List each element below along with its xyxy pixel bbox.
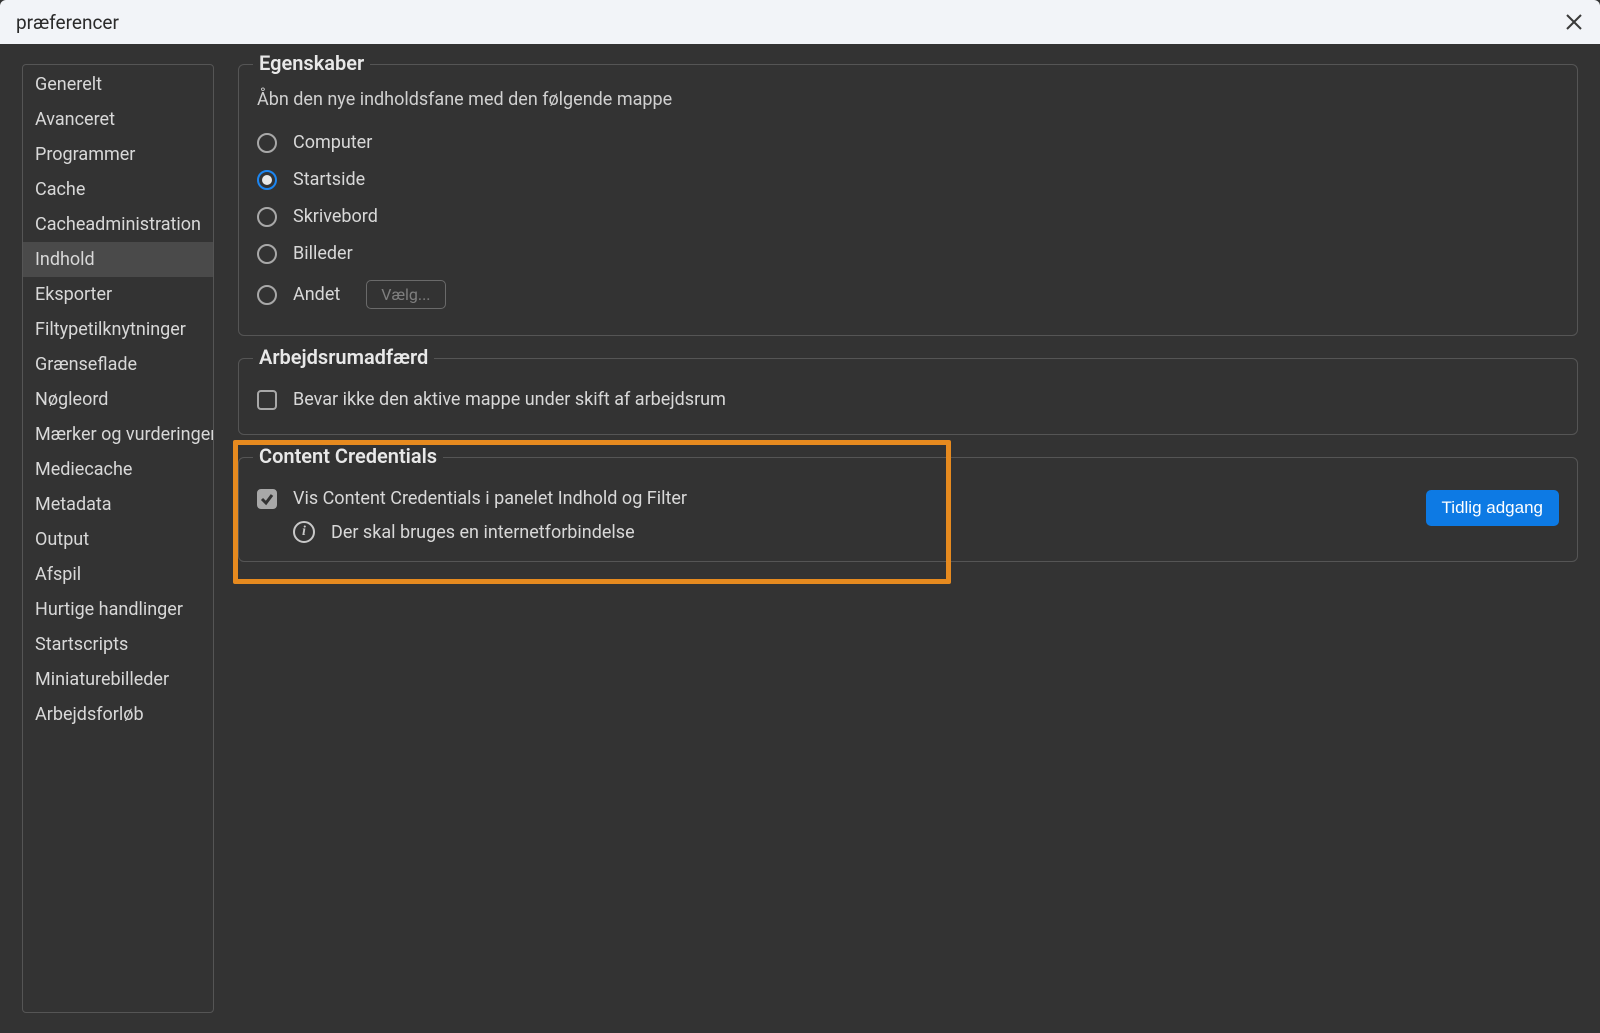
properties-subtext: Åbn den nye indholdsfane med den følgend… bbox=[257, 89, 1559, 110]
radio-row-4[interactable]: Andet Vælg... bbox=[257, 272, 1559, 317]
titlebar: præferencer bbox=[0, 0, 1600, 44]
sidebar-item-2[interactable]: Programmer bbox=[23, 137, 213, 172]
dialog-body: GenereltAvanceretProgrammerCacheCacheadm… bbox=[0, 44, 1600, 1033]
workspace-legend: Arbejdsrumadfærd bbox=[253, 345, 434, 369]
radio-button-3[interactable] bbox=[257, 244, 277, 264]
workspace-checkbox-row[interactable]: Bevar ikke den aktive mappe under skift … bbox=[257, 383, 1559, 416]
cc-checkbox-label: Vis Content Credentials i panelet Indhol… bbox=[293, 488, 687, 509]
cc-info-row: i Der skal bruges en internetforbindelse bbox=[257, 515, 1426, 543]
sidebar-item-14[interactable]: Afspil bbox=[23, 557, 213, 592]
radio-label-4: Andet bbox=[293, 284, 340, 305]
workspace-group: Arbejdsrumadfærd Bevar ikke den aktive m… bbox=[238, 358, 1578, 435]
radio-row-1[interactable]: Startside bbox=[257, 161, 1559, 198]
sidebar-item-11[interactable]: Mediecache bbox=[23, 452, 213, 487]
sidebar-item-8[interactable]: Grænseflade bbox=[23, 347, 213, 382]
sidebar-item-4[interactable]: Cacheadministration bbox=[23, 207, 213, 242]
radio-label-3: Billeder bbox=[293, 243, 353, 264]
workspace-checkbox[interactable] bbox=[257, 390, 277, 410]
cc-checkbox[interactable] bbox=[257, 489, 277, 509]
sidebar-item-5[interactable]: Indhold bbox=[23, 242, 213, 277]
sidebar-item-0[interactable]: Generelt bbox=[23, 67, 213, 102]
radio-button-2[interactable] bbox=[257, 207, 277, 227]
content-credentials-group: Content Credentials Vis Content Credenti… bbox=[238, 457, 1578, 562]
sidebar-item-15[interactable]: Hurtige handlinger bbox=[23, 592, 213, 627]
radio-row-2[interactable]: Skrivebord bbox=[257, 198, 1559, 235]
content-credentials-legend: Content Credentials bbox=[253, 444, 443, 468]
early-access-button[interactable]: Tidlig adgang bbox=[1426, 490, 1559, 526]
sidebar-item-16[interactable]: Startscripts bbox=[23, 627, 213, 662]
radio-label-0: Computer bbox=[293, 132, 372, 153]
sidebar-item-13[interactable]: Output bbox=[23, 522, 213, 557]
close-icon[interactable] bbox=[1562, 10, 1586, 34]
window-title: præferencer bbox=[16, 11, 119, 34]
cc-info-text: Der skal bruges en internetforbindelse bbox=[331, 522, 635, 543]
radio-row-0[interactable]: Computer bbox=[257, 124, 1559, 161]
choose-folder-button[interactable]: Vælg... bbox=[366, 280, 445, 309]
sidebar-item-18[interactable]: Arbejdsforløb bbox=[23, 697, 213, 732]
workspace-checkbox-label: Bevar ikke den aktive mappe under skift … bbox=[293, 389, 726, 410]
sidebar-item-10[interactable]: Mærker og vurderinger bbox=[23, 417, 213, 452]
info-icon: i bbox=[293, 521, 315, 543]
sidebar-item-9[interactable]: Nøgleord bbox=[23, 382, 213, 417]
sidebar-item-1[interactable]: Avanceret bbox=[23, 102, 213, 137]
radio-label-2: Skrivebord bbox=[293, 206, 378, 227]
cc-checkbox-row[interactable]: Vis Content Credentials i panelet Indhol… bbox=[257, 482, 1426, 515]
radio-label-1: Startside bbox=[293, 169, 365, 190]
properties-legend: Egenskaber bbox=[253, 51, 370, 75]
radio-button-4[interactable] bbox=[257, 285, 277, 305]
sidebar-item-17[interactable]: Miniaturebilleder bbox=[23, 662, 213, 697]
preferences-main: Egenskaber Åbn den nye indholdsfane med … bbox=[238, 64, 1578, 1013]
sidebar-item-12[interactable]: Metadata bbox=[23, 487, 213, 522]
sidebar-item-7[interactable]: Filtypetilknytninger bbox=[23, 312, 213, 347]
preferences-sidebar: GenereltAvanceretProgrammerCacheCacheadm… bbox=[22, 64, 214, 1013]
sidebar-item-3[interactable]: Cache bbox=[23, 172, 213, 207]
sidebar-item-6[interactable]: Eksporter bbox=[23, 277, 213, 312]
radio-row-3[interactable]: Billeder bbox=[257, 235, 1559, 272]
properties-group: Egenskaber Åbn den nye indholdsfane med … bbox=[238, 64, 1578, 336]
radio-button-1[interactable] bbox=[257, 170, 277, 190]
radio-button-0[interactable] bbox=[257, 133, 277, 153]
